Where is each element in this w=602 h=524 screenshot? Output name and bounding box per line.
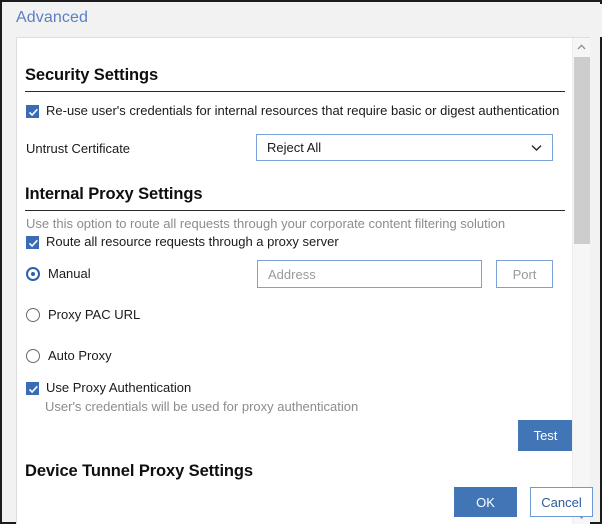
untrust-certificate-value: Reject All — [267, 140, 322, 155]
untrust-certificate-label: Untrust Certificate — [26, 141, 131, 156]
chevron-down-icon — [531, 144, 542, 152]
use-proxy-auth-checkbox[interactable] — [26, 382, 39, 395]
route-all-requests-label: Route all resource requests through a pr… — [46, 234, 339, 249]
internal-proxy-description: Use this option to route all requests th… — [26, 216, 506, 231]
route-all-requests-checkbox-row[interactable]: Route all resource requests through a pr… — [26, 234, 339, 250]
settings-panel: Security Settings Re-use user's credenti… — [16, 37, 590, 524]
ok-button[interactable]: OK — [454, 487, 517, 517]
dialog-frame: Advanced Security Settings Re-use user's… — [0, 0, 602, 524]
radio-manual-indicator[interactable] — [26, 266, 40, 281]
proxy-mode-manual-label: Manual — [48, 266, 91, 281]
settings-scrollbar[interactable] — [572, 38, 590, 524]
use-proxy-auth-description: User's credentials will be used for prox… — [45, 399, 359, 414]
page-title: Advanced — [16, 9, 88, 26]
proxy-address-input[interactable]: Address — [257, 260, 482, 288]
proxy-mode-pac-url-label: Proxy PAC URL — [48, 307, 141, 322]
scrollbar-thumb[interactable] — [574, 57, 590, 244]
reuse-credentials-checkbox[interactable] — [26, 105, 39, 118]
test-button[interactable]: Test — [518, 420, 573, 451]
advanced-settings-dialog: Advanced Security Settings Re-use user's… — [0, 0, 602, 524]
proxy-mode-radio-pac-url[interactable]: Proxy PAC URL — [26, 307, 140, 322]
use-proxy-auth-checkbox-row[interactable]: Use Proxy Authentication — [26, 380, 191, 396]
internal-proxy-settings-divider — [25, 210, 565, 211]
proxy-mode-radio-manual[interactable]: Manual — [26, 266, 91, 281]
proxy-port-placeholder: Port — [512, 266, 537, 282]
dialog-button-bar: OK Cancel — [4, 474, 602, 520]
cancel-button[interactable]: Cancel — [530, 487, 593, 517]
check-icon — [28, 108, 38, 117]
check-icon — [28, 385, 38, 394]
dialog-titlebar: Advanced — [4, 4, 602, 37]
reuse-credentials-label: Re-use user's credentials for internal r… — [46, 103, 560, 118]
route-all-requests-checkbox[interactable] — [26, 236, 39, 249]
use-proxy-auth-label: Use Proxy Authentication — [46, 380, 192, 395]
proxy-address-placeholder: Address — [268, 266, 316, 282]
internal-proxy-settings-heading: Internal Proxy Settings — [25, 185, 203, 203]
reuse-credentials-checkbox-row[interactable]: Re-use user's credentials for internal r… — [26, 103, 559, 119]
check-icon — [28, 239, 38, 248]
scrollbar-up-arrow[interactable] — [573, 38, 590, 56]
security-settings-divider — [25, 91, 565, 92]
proxy-mode-radio-auto-proxy[interactable]: Auto Proxy — [26, 348, 112, 363]
settings-scroll-viewport: Security Settings Re-use user's credenti… — [17, 38, 573, 524]
security-settings-heading: Security Settings — [25, 66, 159, 84]
proxy-mode-auto-proxy-label: Auto Proxy — [48, 348, 112, 363]
chevron-up-icon — [577, 44, 586, 50]
proxy-port-input[interactable]: Port — [496, 260, 553, 288]
radio-pac-url-indicator[interactable] — [26, 307, 40, 322]
untrust-certificate-select[interactable]: Reject All — [256, 134, 553, 161]
radio-auto-proxy-indicator[interactable] — [26, 348, 40, 363]
